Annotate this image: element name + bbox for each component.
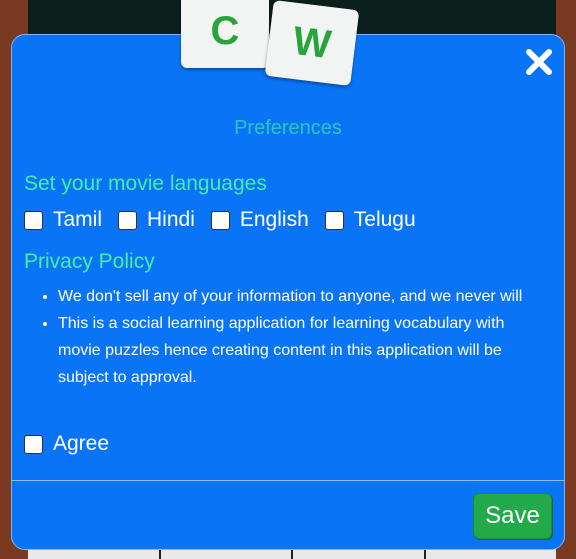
language-option-english[interactable]: English xyxy=(210,208,309,232)
logo-letter: W xyxy=(290,18,334,67)
language-option-telugu[interactable]: Telugu xyxy=(324,208,416,232)
preferences-modal: Preferences Set your movie languages Tam… xyxy=(11,34,565,550)
save-button[interactable]: Save xyxy=(473,493,552,539)
logo-tile-w: W xyxy=(264,0,360,86)
languages-heading: Set your movie languages xyxy=(24,172,267,195)
hindi-checkbox[interactable] xyxy=(118,210,138,230)
logo-letter: C xyxy=(210,8,240,53)
modal-title: Preferences xyxy=(234,117,342,139)
policy-point: We don't sell any of your information to… xyxy=(58,283,544,310)
language-label: Tamil xyxy=(53,208,103,231)
language-option-tamil[interactable]: Tamil xyxy=(24,208,102,232)
language-label: Telugu xyxy=(353,208,416,231)
footer-divider xyxy=(12,480,564,481)
privacy-heading: Privacy Policy xyxy=(24,250,155,273)
language-option-hindi[interactable]: Hindi xyxy=(118,208,195,232)
language-label: Hindi xyxy=(147,208,195,231)
language-options: Tamil Hindi English Telugu xyxy=(24,208,432,232)
policy-point: This is a social learning application fo… xyxy=(58,310,544,391)
agree-option[interactable]: Agree xyxy=(24,432,109,456)
logo-tile-c: C xyxy=(181,0,269,68)
language-label: English xyxy=(239,208,309,231)
agree-label: Agree xyxy=(53,432,110,455)
tamil-checkbox[interactable] xyxy=(24,210,43,230)
close-button[interactable] xyxy=(524,47,554,77)
privacy-policy-list: We don't sell any of your information to… xyxy=(24,283,544,391)
english-checkbox[interactable] xyxy=(210,210,230,230)
agree-checkbox[interactable] xyxy=(24,434,43,454)
telugu-checkbox[interactable] xyxy=(324,210,344,230)
close-icon xyxy=(526,49,552,75)
